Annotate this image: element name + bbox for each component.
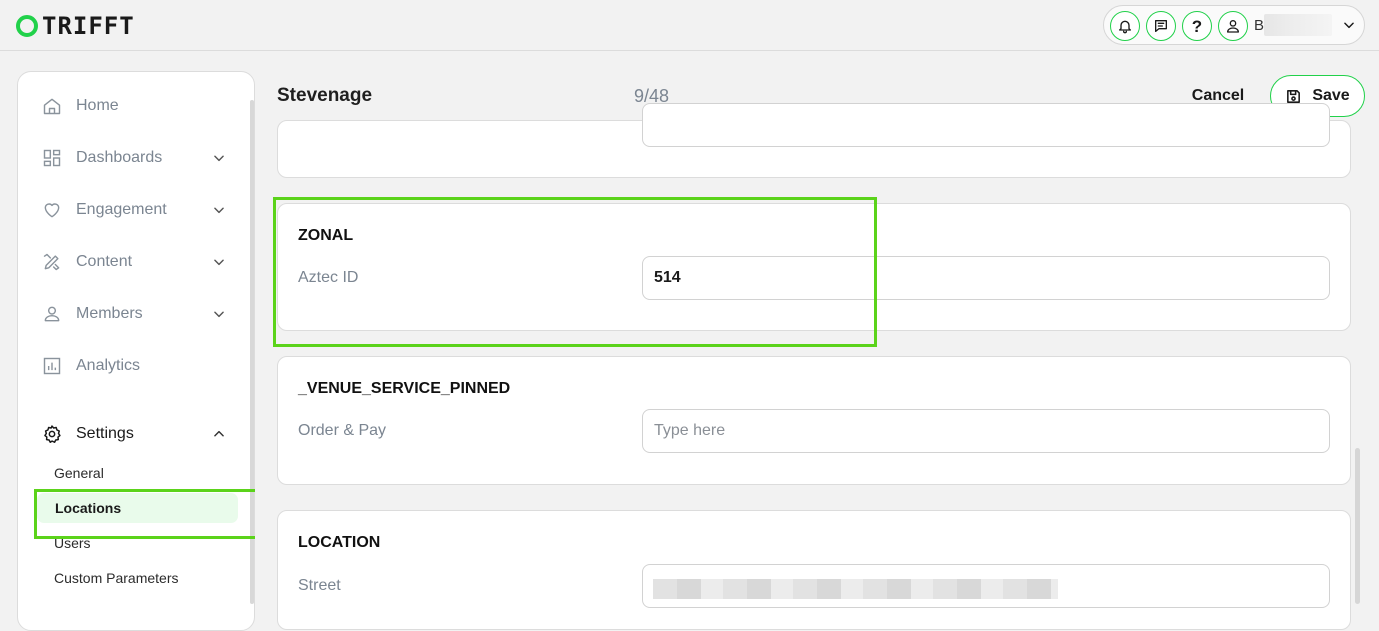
section-title: _VENUE_SERVICE_PINNED — [298, 380, 511, 397]
field-label: Order & Pay — [298, 422, 387, 439]
chevron-down-icon — [214, 155, 224, 162]
sidebar-item-engagement[interactable]: Engagement — [42, 195, 242, 225]
chevron-down-icon — [214, 259, 224, 266]
user-name[interactable]: B — [1254, 17, 1264, 34]
section-card-venue-service-pinned: _VENUE_SERVICE_PINNED Order & Pay — [277, 356, 1351, 485]
app-logo[interactable]: TRIFFT — [16, 12, 135, 40]
field-label: Street — [298, 577, 341, 594]
sidebar-item-analytics[interactable]: Analytics — [42, 351, 242, 381]
sidebar-item-label: Settings — [76, 425, 134, 442]
chevron-down-icon — [214, 207, 224, 214]
sidebar-item-label: Content — [76, 253, 133, 270]
bell-icon — [1119, 20, 1131, 34]
notifications-button[interactable] — [1110, 11, 1140, 41]
chevron-down-icon — [214, 311, 224, 318]
chevron-down-icon[interactable] — [1342, 18, 1356, 32]
content-scrollbar[interactable] — [1355, 448, 1360, 604]
save-icon — [1287, 89, 1301, 103]
home-icon — [42, 96, 62, 116]
street-input[interactable] — [642, 564, 1330, 608]
user-profile-button[interactable] — [1218, 11, 1248, 41]
help-icon: ? — [1191, 16, 1203, 36]
user-name-redacted — [1264, 14, 1332, 36]
sidebar-item-label: Analytics — [76, 357, 141, 374]
sidebar-item-label: Dashboards — [76, 149, 163, 166]
heart-icon — [42, 200, 62, 220]
person-icon — [42, 304, 62, 324]
header-tools: ? B — [1103, 5, 1365, 45]
sidebar-item-label: Home — [76, 97, 119, 114]
top-bar: TRIFFT ? B — [0, 0, 1379, 51]
sidebar-item-settings[interactable]: Settings — [42, 419, 242, 449]
order-and-pay-input[interactable] — [642, 409, 1330, 453]
previous-field-input[interactable] — [642, 103, 1330, 147]
sidebar-sub-general[interactable]: General — [54, 460, 239, 486]
sidebar: Home Dashboards Engagement Content Membe… — [17, 71, 255, 631]
logo-text: TRIFFT — [42, 12, 135, 40]
street-value-redacted — [653, 579, 1058, 599]
chat-icon — [1155, 20, 1167, 32]
help-button[interactable]: ? — [1182, 11, 1212, 41]
pencil-ruler-icon — [42, 252, 62, 272]
dashboard-icon — [42, 148, 62, 168]
logo-ring-icon — [16, 15, 38, 37]
highlight-box-zonal — [273, 197, 877, 347]
sidebar-sub-custom-parameters[interactable]: Custom Parameters — [54, 565, 239, 591]
user-icon — [1227, 20, 1239, 33]
sidebar-item-home[interactable]: Home — [42, 91, 242, 121]
gear-icon — [42, 424, 62, 444]
chart-icon — [42, 356, 62, 376]
messages-button[interactable] — [1146, 11, 1176, 41]
section-card-previous — [277, 103, 1351, 178]
section-title: LOCATION — [298, 534, 381, 551]
highlight-box-locations — [34, 489, 276, 539]
sidebar-item-label: Members — [76, 305, 143, 322]
sidebar-item-label: Engagement — [76, 201, 167, 218]
page-title: Stevenage — [277, 85, 373, 106]
sidebar-item-content[interactable]: Content — [42, 247, 242, 277]
chevron-up-icon — [214, 430, 224, 437]
section-card-location: LOCATION Street — [277, 510, 1351, 630]
sidebar-item-dashboards[interactable]: Dashboards — [42, 143, 242, 173]
sidebar-item-members[interactable]: Members — [42, 299, 242, 329]
